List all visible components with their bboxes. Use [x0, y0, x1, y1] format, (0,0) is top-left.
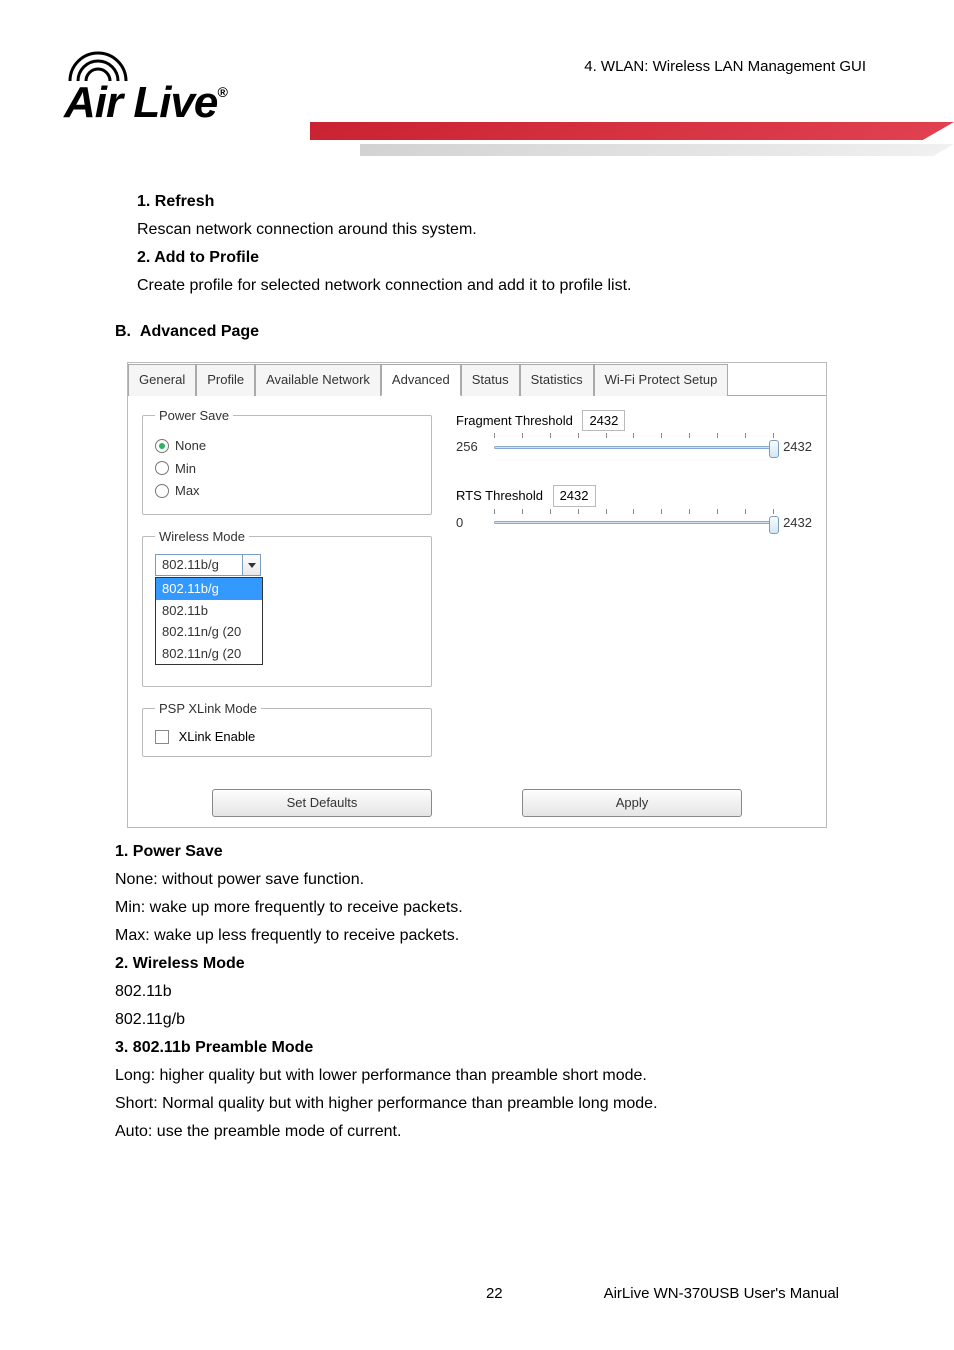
page-number: 22 [486, 1285, 503, 1302]
preamble-heading: 3. 802.11b Preamble Mode [115, 1036, 839, 1060]
tab-available-network[interactable]: Available Network [255, 364, 381, 396]
fragment-min: 256 [456, 437, 486, 457]
wireless-mode-line2: 802.11g/b [115, 1008, 839, 1032]
fragment-label: Fragment Threshold [456, 413, 573, 428]
set-defaults-button[interactable]: Set Defaults [212, 789, 432, 817]
tab-general[interactable]: General [128, 364, 196, 396]
radio-max-circle [155, 484, 169, 498]
wireless-mode-line1: 802.11b [115, 980, 839, 1004]
power-save-max: Max: wake up less frequently to receive … [115, 924, 839, 948]
fragment-slider[interactable] [494, 435, 774, 459]
rts-max: 2432 [782, 513, 812, 533]
header-gray-wedge [360, 144, 954, 174]
tab-profile[interactable]: Profile [196, 364, 255, 396]
fragment-max: 2432 [782, 437, 812, 457]
psp-xlink-legend: PSP XLink Mode [155, 699, 261, 719]
airlive-logo: Air Live® [64, 48, 279, 148]
radio-none-label: None [175, 436, 206, 456]
rts-threshold-block: RTS Threshold 2432 0 2432 [456, 485, 812, 535]
dropdown-item-0[interactable]: 802.11b/g [156, 578, 262, 600]
add-profile-heading: 2. Add to Profile [137, 246, 839, 270]
fragment-threshold-block: Fragment Threshold 2432 256 2432 [456, 410, 812, 460]
fragment-value: 2432 [582, 410, 625, 432]
dialog-tabs: General Profile Available Network Advanc… [128, 363, 826, 395]
psp-xlink-fieldset: PSP XLink Mode XLink Enable [142, 699, 432, 757]
power-save-none: None: without power save function. [115, 868, 839, 892]
preamble-auto: Auto: use the preamble mode of current. [115, 1120, 839, 1144]
rts-min: 0 [456, 513, 486, 533]
add-profile-body: Create profile for selected network conn… [137, 274, 839, 298]
wireless-mode-heading: 2. Wireless Mode [115, 952, 839, 976]
radio-min[interactable]: Min [155, 459, 419, 479]
xlink-checkbox[interactable] [155, 730, 169, 744]
advanced-dialog: General Profile Available Network Advanc… [127, 362, 827, 828]
manual-title: AirLive WN-370USB User's Manual [604, 1285, 839, 1302]
wireless-mode-combo[interactable]: 802.11b/g 802.11b/g 802.11b 802.11n/g (2… [155, 554, 261, 576]
power-save-fieldset: Power Save None Min Max [142, 406, 432, 515]
dropdown-item-2[interactable]: 802.11n/g (20 [156, 621, 262, 643]
apply-button[interactable]: Apply [522, 789, 742, 817]
advanced-section-heading: B. Advanced Page [115, 320, 839, 344]
tab-wifi-protect[interactable]: Wi-Fi Protect Setup [594, 364, 729, 396]
rts-slider[interactable] [494, 511, 774, 535]
refresh-heading: 1. Refresh [137, 190, 839, 214]
wireless-mode-dropdown: 802.11b/g 802.11b 802.11n/g (20 802.11n/… [155, 577, 263, 665]
page-footer: 22 AirLive WN-370USB User's Manual [0, 1285, 954, 1302]
wireless-mode-legend: Wireless Mode [155, 527, 249, 547]
rts-slider-thumb[interactable] [769, 516, 779, 534]
preamble-short: Short: Normal quality but with higher pe… [115, 1092, 839, 1116]
radio-max[interactable]: Max [155, 481, 419, 501]
preamble-long: Long: higher quality but with lower perf… [115, 1064, 839, 1088]
xlink-enable-row[interactable]: XLink Enable [155, 727, 419, 747]
logo-text: Air Live® [64, 78, 227, 128]
rts-value: 2432 [553, 485, 596, 507]
wireless-mode-selected: 802.11b/g [156, 555, 242, 575]
dropdown-item-3[interactable]: 802.11n/g (20 [156, 643, 262, 665]
xlink-label: XLink Enable [179, 729, 256, 744]
tab-status[interactable]: Status [461, 364, 520, 396]
wireless-mode-fieldset: Wireless Mode 802.11b/g 802.11b/g 802.11… [142, 527, 432, 688]
power-save-heading: 1. Power Save [115, 840, 839, 864]
radio-min-circle [155, 461, 169, 475]
rts-label: RTS Threshold [456, 488, 543, 503]
chapter-title: 4. WLAN: Wireless LAN Management GUI [584, 58, 866, 75]
tab-statistics[interactable]: Statistics [520, 364, 594, 396]
radio-none-circle [155, 439, 169, 453]
power-save-legend: Power Save [155, 406, 233, 426]
page-header: Air Live® 4. WLAN: Wireless LAN Manageme… [0, 0, 954, 170]
radio-max-label: Max [175, 481, 200, 501]
chevron-down-icon [242, 555, 260, 575]
power-save-min: Min: wake up more frequently to receive … [115, 896, 839, 920]
refresh-body: Rescan network connection around this sy… [137, 218, 839, 242]
tab-advanced[interactable]: Advanced [381, 364, 461, 396]
fragment-slider-thumb[interactable] [769, 440, 779, 458]
dropdown-item-1[interactable]: 802.11b [156, 600, 262, 622]
radio-none[interactable]: None [155, 436, 419, 456]
radio-min-label: Min [175, 459, 196, 479]
